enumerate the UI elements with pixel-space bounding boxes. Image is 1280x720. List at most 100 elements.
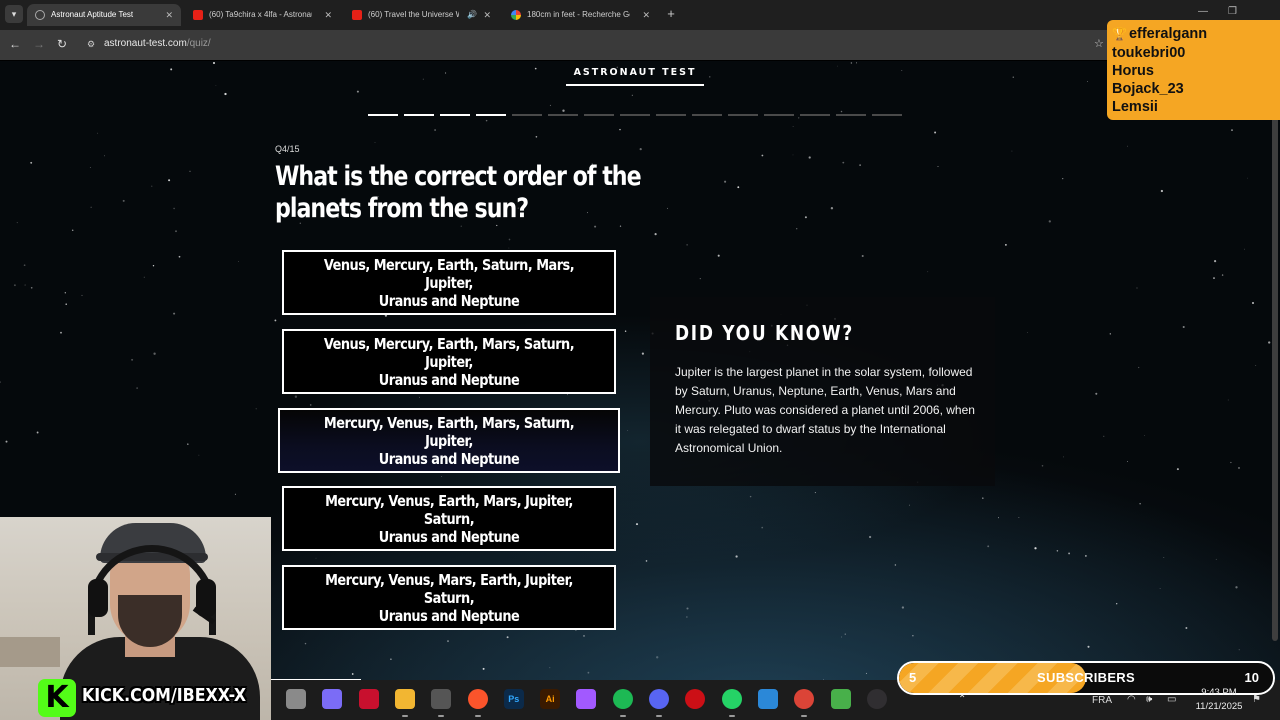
star [619,225,622,227]
star [496,224,498,227]
battery-icon[interactable]: ▭ [1167,694,1176,705]
tab-youtube-astronaut[interactable]: (60) Ta9chira x 4lfa - Astronaut ✕ [185,4,340,26]
opera-icon[interactable] [685,689,706,709]
chatter-2: toukebri00 [1112,45,1186,61]
forward-arrow-icon[interactable]: → [33,37,45,51]
star [173,207,175,210]
subscriber-goal: 10 [1244,670,1259,685]
star [686,607,689,610]
star [447,640,449,643]
bookmark-star-icon[interactable]: ☆ [1094,37,1104,50]
star [81,294,83,296]
star [724,180,727,183]
running-indicator [801,715,808,717]
star [212,61,216,65]
minimize-icon[interactable]: — [1198,6,1208,17]
star [1255,365,1257,366]
figma-icon[interactable] [576,689,597,709]
maximize-icon[interactable]: ❐ [1228,6,1237,17]
volume-icon[interactable]: 🕪 [1146,694,1152,705]
star [837,65,839,67]
file-explorer-icon[interactable] [286,689,306,709]
star [859,164,861,166]
site-logo[interactable]: ASTRONAUT TEST [566,64,704,86]
close-icon[interactable]: ✕ [642,4,650,26]
snipping-icon[interactable] [757,689,778,709]
subscriber-label: SUBSCRIBERS [1037,670,1135,685]
obs-icon[interactable] [866,689,887,709]
star [64,292,66,294]
star [1136,287,1138,289]
photoshop-icon[interactable]: Ps [503,689,524,709]
star [635,523,639,526]
tab-search-button[interactable]: ▾ [5,5,23,23]
progress-segment [476,114,506,116]
star [508,247,510,249]
address-bar[interactable]: astronaut-test.com/quiz/ [104,38,211,49]
copilot-icon[interactable] [322,689,343,709]
answer-option-3[interactable]: Mercury, Venus, Earth, Mars, Saturn, Jup… [278,408,620,473]
new-tab-button[interactable]: + [662,6,680,24]
running-indicator [474,715,481,717]
input-language[interactable]: FRA [1092,695,1112,706]
wifi-icon[interactable]: ◠ [1127,694,1136,705]
star [868,535,872,539]
progress-segment [692,114,722,116]
illustrator-icon[interactable]: Ai [540,689,561,709]
answer-option-4[interactable]: Mercury, Venus, Earth, Mars, Jupiter, Sa… [282,486,616,551]
folder-icon[interactable] [394,689,415,709]
spotify-icon[interactable] [612,689,633,709]
whatsapp-icon[interactable] [721,689,742,709]
back-arrow-icon[interactable]: ← [9,37,21,51]
kick-logo: K [38,679,76,717]
tab-title: 180cm in feet - Recherche Goo [527,10,630,19]
tab-title: Astronaut Aptitude Test [51,10,134,19]
discord-icon[interactable] [649,689,669,709]
star [934,131,937,134]
star [1238,649,1240,651]
answer-option-5[interactable]: Mercury, Venus, Mars, Earth, Jupiter, Sa… [282,565,616,630]
star [71,229,74,231]
tab-astronaut-aptitude-test[interactable]: Astronaut Aptitude Test ✕ [27,4,181,26]
star [1048,220,1051,223]
answer-option-2[interactable]: Venus, Mercury, Earth, Mars, Saturn, Jup… [282,329,616,394]
system-clock[interactable]: 9:43 PM 11/21/2025 [1190,686,1248,714]
star [1095,392,1098,395]
mcafee-icon[interactable] [358,689,379,709]
star [624,330,627,332]
quiz-progress-bar [368,114,908,117]
star [619,128,621,131]
bluestacks-icon[interactable] [830,689,851,709]
star [735,555,738,558]
close-icon[interactable]: ✕ [165,4,173,26]
star [1085,555,1087,557]
running-indicator [656,715,662,717]
notification-bell-icon[interactable]: ⚑ [1252,694,1261,705]
star [844,633,846,635]
chevron-up-icon[interactable]: ⌃ [958,694,966,705]
close-icon[interactable]: ✕ [324,4,332,26]
star [583,635,585,637]
star [30,286,33,289]
close-icon[interactable]: ✕ [483,4,491,26]
chrome-dev-icon[interactable] [431,689,452,709]
tab-google-search[interactable]: 180cm in feet - Recherche Goo ✕ [503,4,658,26]
brave-icon[interactable] [467,689,488,709]
clock-time: 9:43 PM [1201,687,1237,698]
progress-segment [836,114,866,116]
page-scrollbar[interactable] [1272,63,1278,641]
site-info-icon[interactable]: ⚙ [87,39,95,50]
top-chatters-overlay: 🏆 efferalgann toukebri00 Horus Bojack_23 … [1107,20,1280,120]
speaker-icon[interactable]: 🔊 [467,4,477,26]
chrome-icon[interactable] [794,689,815,709]
star [937,166,939,168]
star [1213,277,1215,280]
tab-youtube-travel-universe[interactable]: (60) Travel the Universe Wh 🔊 ✕ [344,4,499,26]
star [856,62,857,64]
star [445,72,447,74]
reload-icon[interactable]: ↻ [57,37,67,51]
answer-option-1[interactable]: Venus, Mercury, Earth, Saturn, Mars, Jup… [282,250,616,315]
progress-segment [368,114,398,116]
star [60,331,62,334]
star [1041,465,1044,467]
